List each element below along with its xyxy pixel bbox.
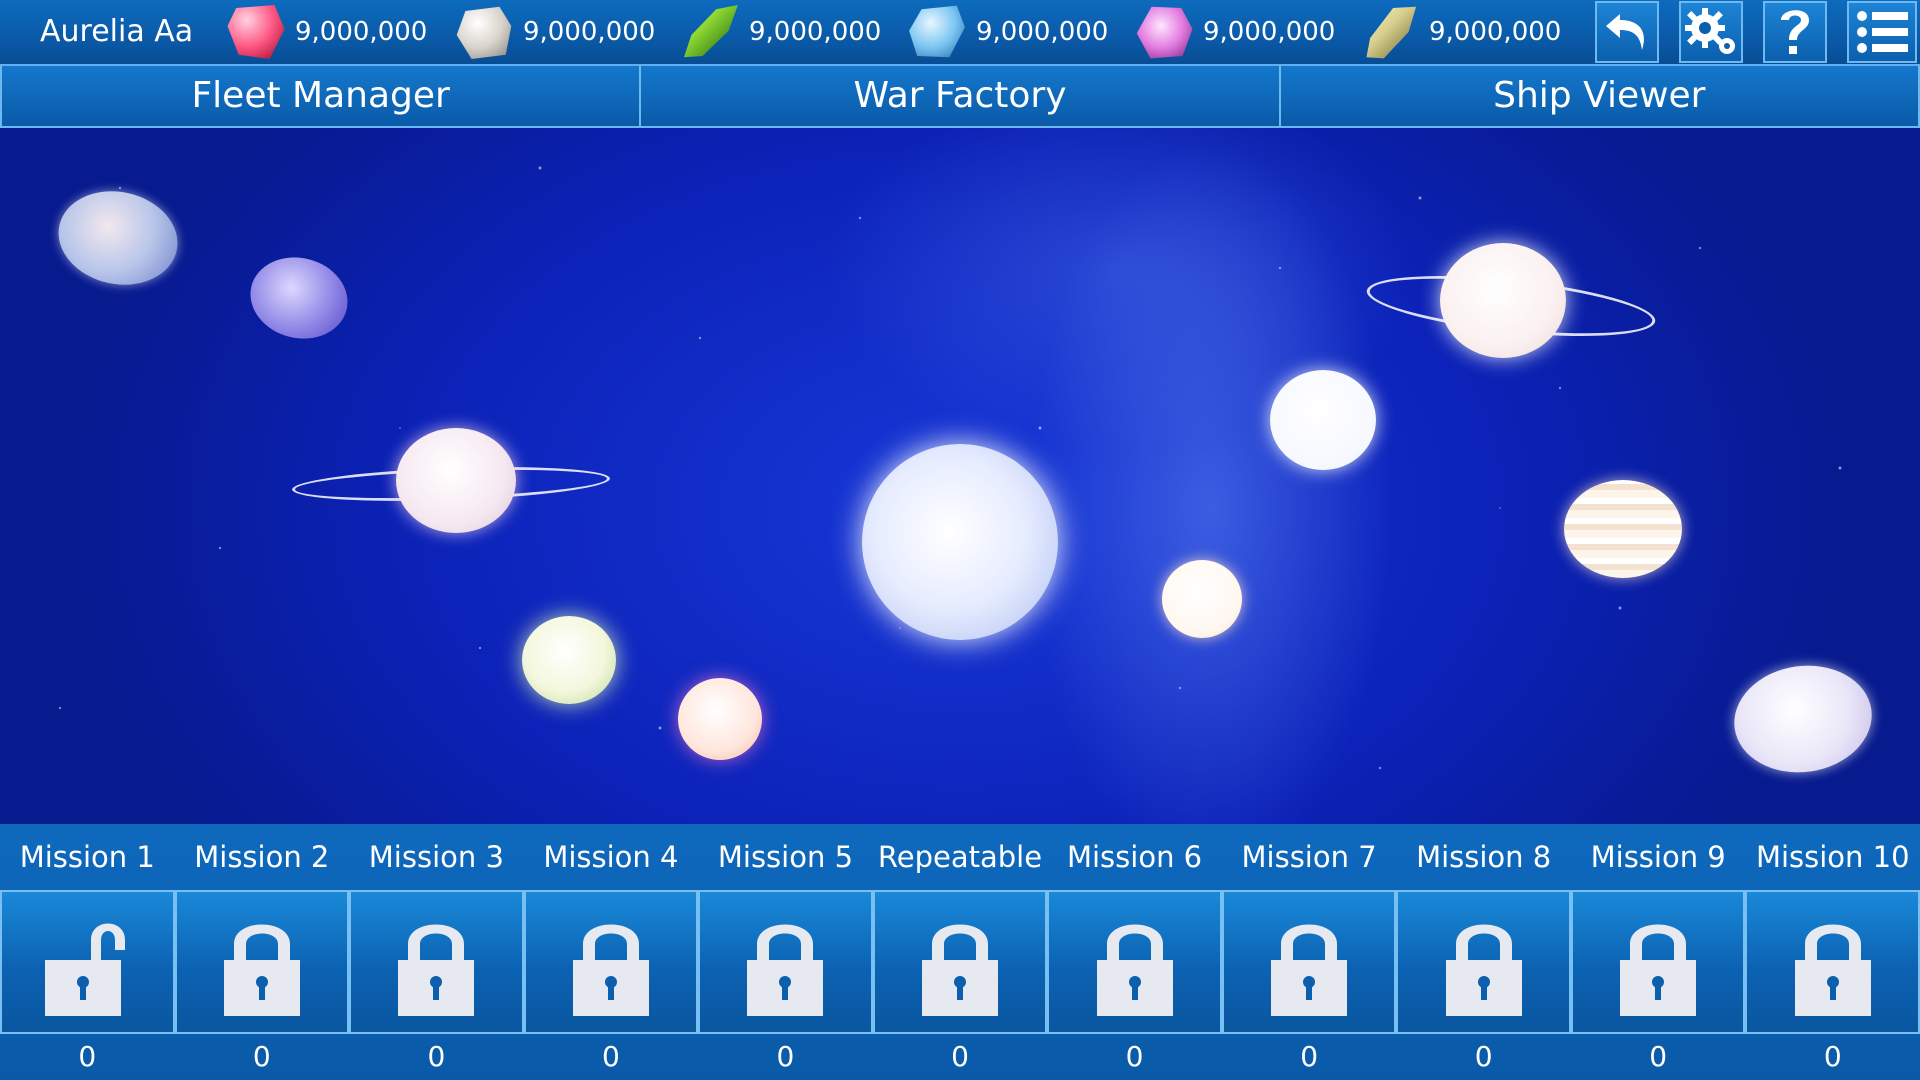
tab-fleet-manager[interactable]: Fleet Manager [0, 66, 639, 126]
mission-7-button[interactable] [1221, 890, 1397, 1034]
green-crystal-icon [683, 5, 738, 58]
player-name: Aurelia Aa [40, 14, 194, 49]
padlock-icon [572, 924, 649, 1016]
planet[interactable] [1564, 480, 1682, 578]
mission-label: Mission 10 [1755, 840, 1910, 874]
mission-3-button[interactable] [349, 890, 524, 1034]
planet[interactable] [1270, 370, 1376, 470]
settings-button[interactable] [1679, 1, 1743, 63]
mission-label: Mission 5 [717, 840, 854, 874]
menu-icon [1857, 11, 1908, 53]
mission-count: 0 [1474, 1040, 1493, 1073]
mission-label: Mission 8 [1416, 840, 1552, 874]
resource-amount: 9,000,000 [1429, 17, 1562, 47]
white-crystal-icon [456, 6, 512, 59]
padlock-icon [1620, 924, 1697, 1016]
tab-war-factory[interactable]: War Factory [639, 66, 1278, 126]
mission-count: 0 [1300, 1040, 1319, 1073]
resource-amount: 9,000,000 [749, 17, 882, 47]
resource-amount: 9,000,000 [1203, 17, 1336, 47]
mission-panel: Mission 1 Mission 2 Mission 3 Mission 4 … [0, 824, 1920, 1080]
gold-crystal-icon [1366, 6, 1417, 59]
red-crystal-icon [227, 5, 285, 59]
mission-count: 0 [776, 1040, 795, 1073]
mission-9-button[interactable] [1570, 890, 1746, 1034]
ringed-planet[interactable] [1440, 243, 1566, 358]
mission-labels: Mission 1 Mission 2 Mission 3 Mission 4 … [0, 824, 1920, 890]
resource-amount: 9,000,000 [976, 17, 1109, 47]
padlock-icon [1096, 924, 1173, 1016]
mission-label: Mission 4 [543, 840, 679, 874]
padlock-icon [1445, 924, 1522, 1016]
pink-crystal-icon [1136, 6, 1193, 59]
mission-6-button[interactable] [1047, 890, 1222, 1034]
resource-amount: 9,000,000 [295, 17, 428, 47]
mission-label: Mission 3 [368, 840, 504, 874]
padlock-icon [223, 924, 300, 1016]
help-icon [1781, 10, 1809, 54]
mission-count: 0 [1823, 1040, 1842, 1073]
resource-amount: 9,000,000 [523, 17, 656, 47]
mission-5-button[interactable] [698, 890, 873, 1034]
mission-count: 0 [427, 1040, 446, 1073]
planet[interactable] [678, 678, 762, 760]
mission-4-button[interactable] [523, 890, 699, 1034]
mission-counts: 0 0 0 0 0 0 0 0 0 0 0 [0, 1034, 1920, 1080]
resource-bar: Aurelia Aa 9,000,000 9,000,000 9,000,000… [0, 0, 1920, 66]
menu-button[interactable] [1847, 1, 1917, 63]
mission-count: 0 [602, 1040, 620, 1073]
undo-button[interactable] [1595, 1, 1659, 63]
unlocked-padlock-icon [45, 923, 126, 1016]
gear-icon [1685, 8, 1735, 54]
mission-2-button[interactable] [174, 890, 350, 1034]
mission-count: 0 [1649, 1040, 1668, 1073]
padlock-icon [1271, 924, 1348, 1016]
help-button[interactable] [1763, 1, 1827, 63]
padlock-icon [1794, 924, 1871, 1016]
mission-label: Repeatable [877, 840, 1043, 874]
padlock-icon [747, 924, 824, 1016]
mission-10-button[interactable] [1745, 890, 1920, 1034]
blue-crystal-icon [909, 5, 965, 58]
mission-label: Mission 9 [1590, 840, 1726, 874]
galaxy-map [0, 128, 1920, 824]
planet[interactable] [1162, 560, 1242, 638]
mission-label: Mission 7 [1241, 840, 1377, 874]
mission-label: Mission 2 [194, 840, 330, 874]
ringed-planet[interactable] [396, 428, 516, 533]
central-star[interactable] [862, 444, 1058, 640]
padlock-icon [922, 924, 998, 1016]
padlock-icon [398, 924, 475, 1016]
mission-count: 0 [78, 1040, 97, 1073]
tab-ship-viewer[interactable]: Ship Viewer [1278, 66, 1920, 126]
planet[interactable] [522, 616, 616, 704]
mission-count: 0 [1125, 1040, 1144, 1073]
mission-label: Mission 1 [19, 840, 155, 874]
mission-count: 0 [951, 1040, 969, 1073]
main-tabs: Fleet Manager War Factory Ship Viewer [0, 66, 1920, 128]
repeatable-mission-button[interactable] [872, 890, 1048, 1034]
mission-8-button[interactable] [1396, 890, 1571, 1034]
mission-1-button[interactable] [0, 890, 175, 1034]
undo-icon [1606, 14, 1644, 50]
mission-slots [0, 890, 1920, 1034]
mission-label: Mission 6 [1066, 840, 1203, 874]
mission-count: 0 [252, 1040, 271, 1073]
